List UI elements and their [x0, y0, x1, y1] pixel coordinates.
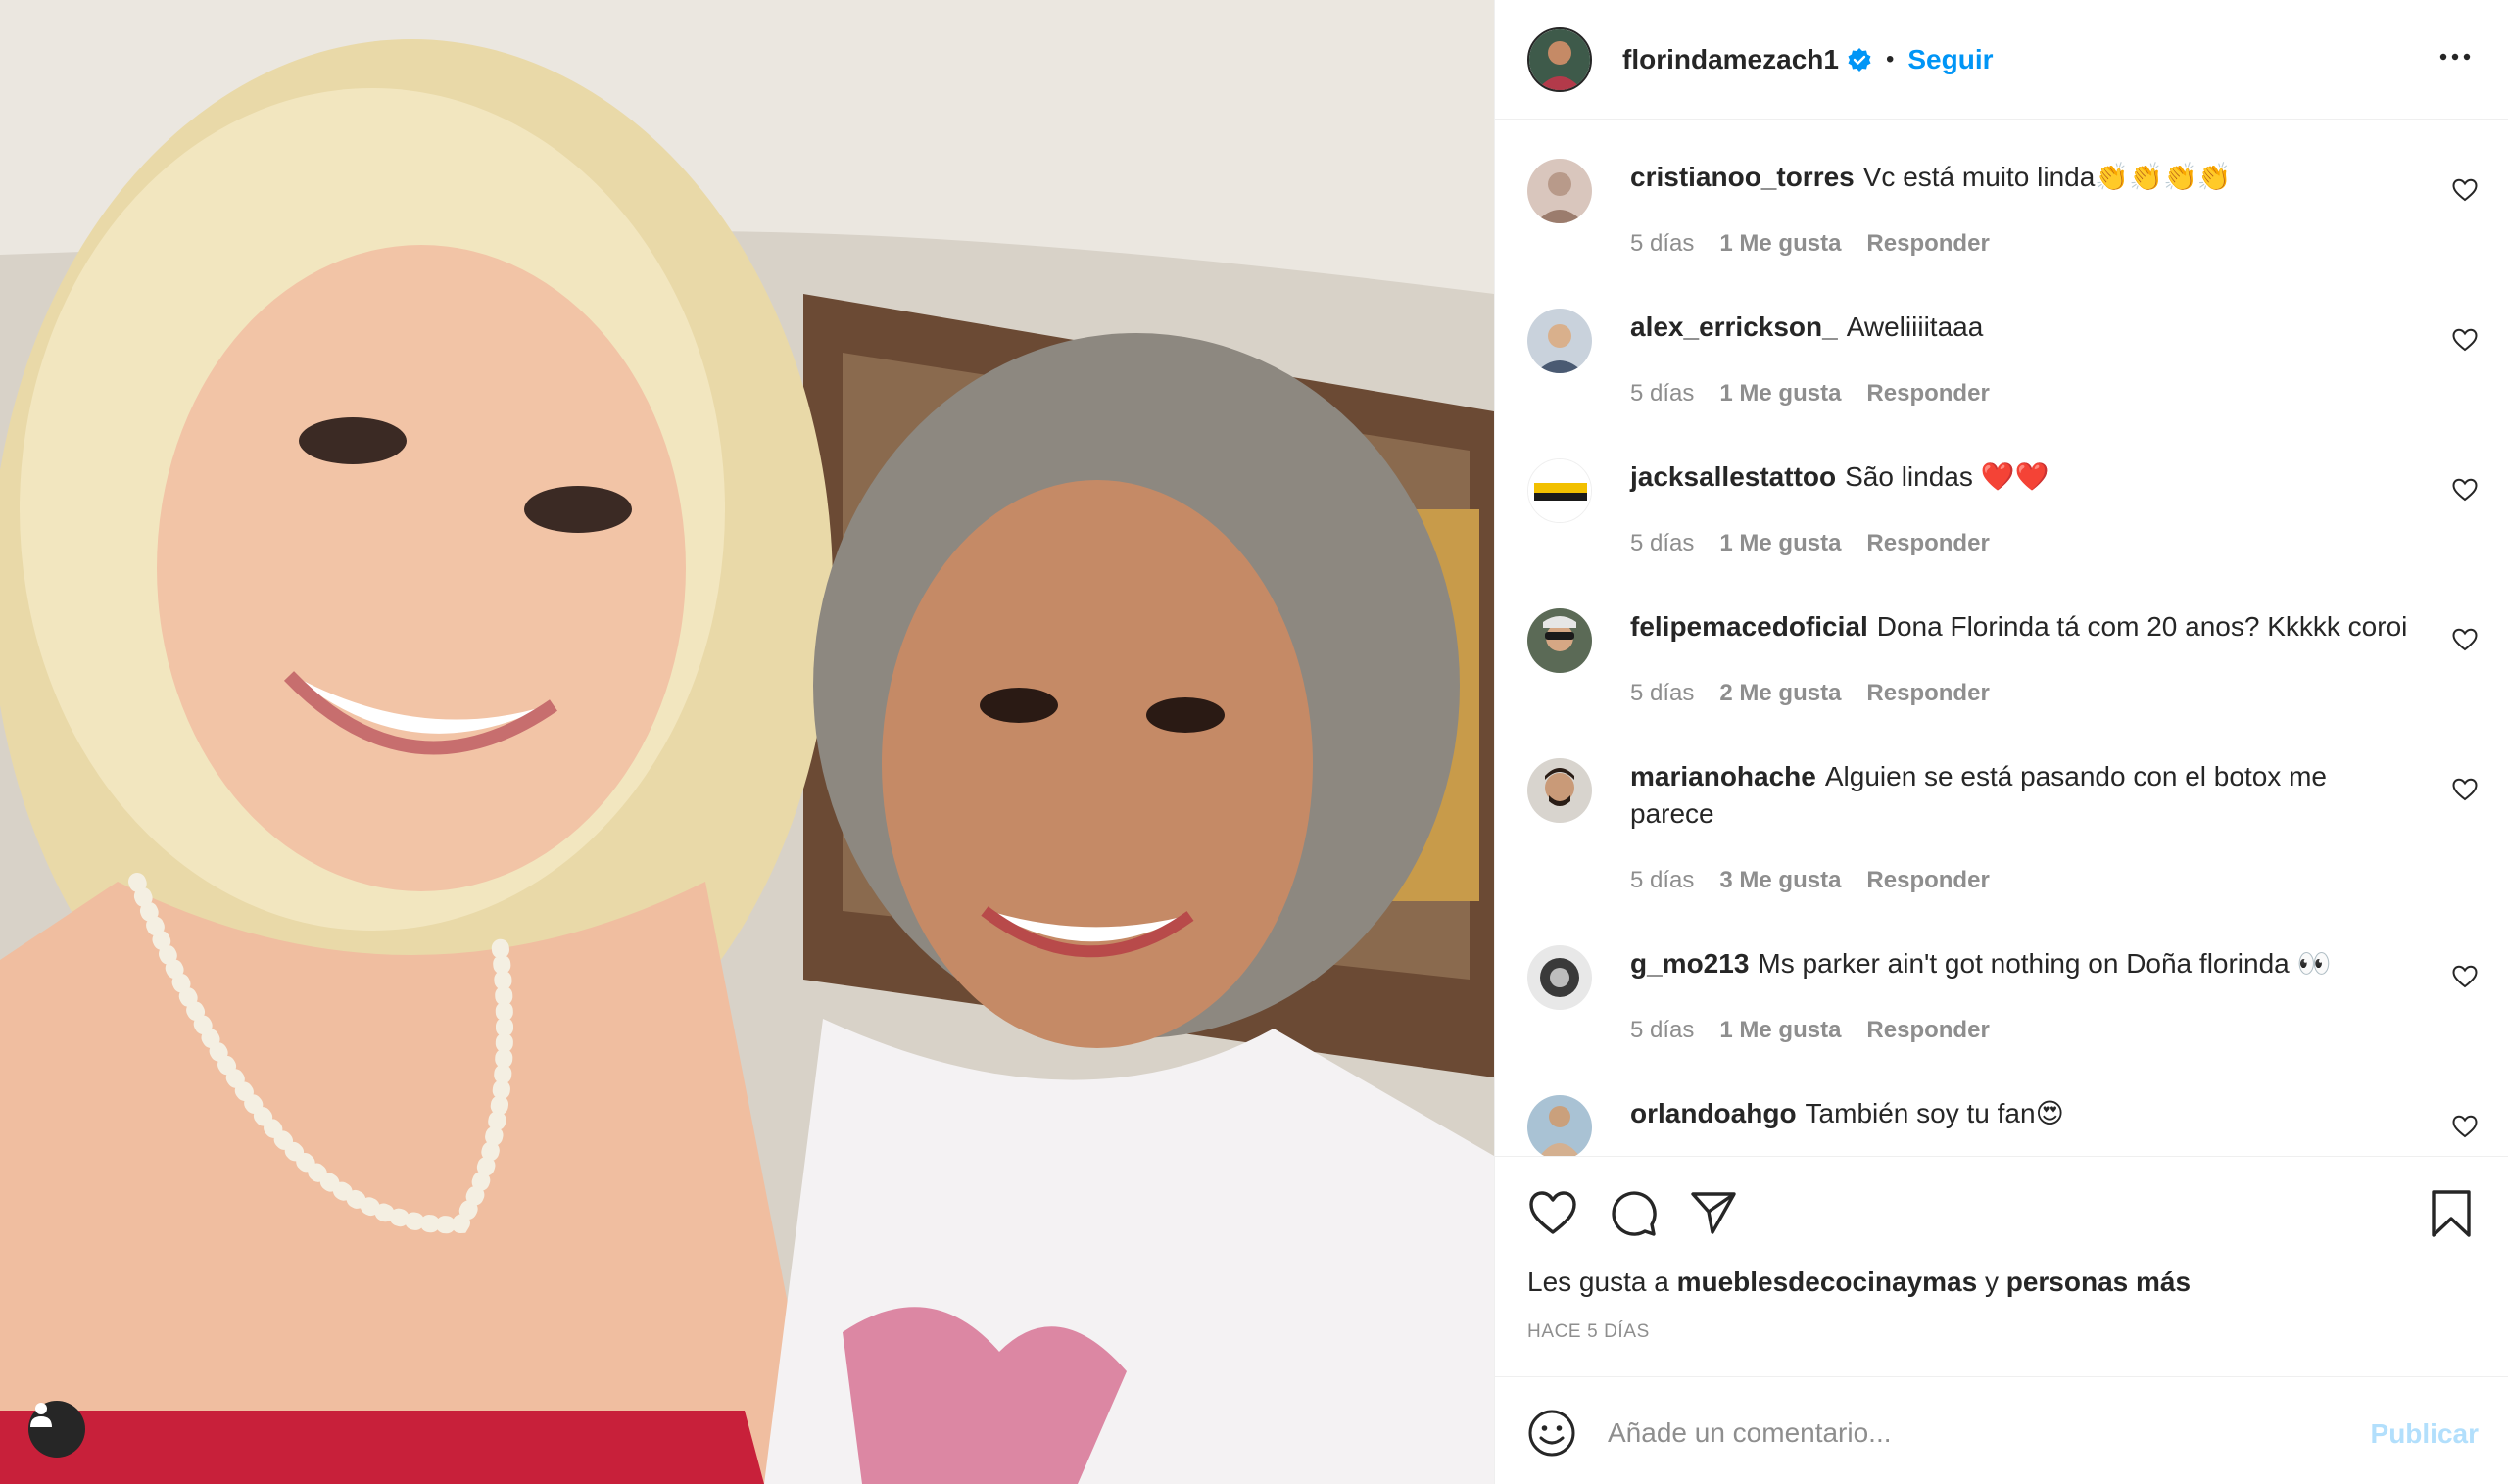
- comment-likes[interactable]: 3 Me gusta: [1719, 862, 1841, 899]
- heart-icon[interactable]: [1527, 1188, 1578, 1239]
- bookmark-icon[interactable]: [2426, 1188, 2477, 1239]
- comment-age[interactable]: 5 días: [1630, 862, 1694, 899]
- comment-like-heart-icon[interactable]: [2452, 965, 2478, 988]
- comment-body: g_mo213 Ms parker ain't got nothing on Do…: [1630, 945, 2414, 1049]
- comment-text: Aweliiiitaaa: [1846, 311, 1984, 342]
- comment-meta: 5 días 3 Me gusta Responder: [1630, 862, 2414, 899]
- comment-username[interactable]: felipemacedoficial: [1630, 611, 1868, 642]
- tagged-users-button[interactable]: [28, 1401, 85, 1458]
- comment-text: Ms parker ain't got nothing on Doña flor…: [1758, 948, 2332, 979]
- reply-button[interactable]: Responder: [1866, 675, 1989, 712]
- likes-others-link[interactable]: personas más: [2006, 1267, 2191, 1297]
- commenter-avatar[interactable]: [1527, 608, 1592, 673]
- comment-username[interactable]: marianohache: [1630, 761, 1816, 791]
- comments-list[interactable]: cristianoo_torres Vc está muito linda👏👏👏👏…: [1495, 120, 2508, 1156]
- comment-like-heart-icon[interactable]: [2452, 478, 2478, 502]
- comment-body: jacksallestattoo São lindas ❤️❤️ 5 días 1…: [1630, 458, 2414, 562]
- post-timestamp[interactable]: HACE 5 DÍAS: [1527, 1321, 1650, 1343]
- comment-meta: 5 días 2 Me gusta Responder: [1630, 675, 2414, 712]
- post-photo[interactable]: [0, 0, 1494, 1484]
- smiley-icon[interactable]: [1527, 1409, 1576, 1458]
- comment-bubble-icon[interactable]: [1608, 1188, 1659, 1239]
- commenter-avatar[interactable]: [1527, 758, 1592, 823]
- comment-likes[interactable]: 1 Me gusta: [1719, 375, 1841, 412]
- comment-body: orlandoahgo También soy tu fan😍: [1630, 1095, 2414, 1132]
- comment-meta: 5 días 1 Me gusta Responder: [1630, 375, 2414, 412]
- comment-age[interactable]: 5 días: [1630, 375, 1694, 412]
- commenter-avatar-image: [1527, 159, 1592, 223]
- commenter-avatar-image: [1527, 945, 1592, 1010]
- owner-username[interactable]: florindamezach1: [1622, 44, 1839, 75]
- comment-text: Vc está muito linda👏👏👏👏: [1862, 162, 2232, 192]
- likes-prefix: Les gusta a: [1527, 1267, 1669, 1297]
- reply-button[interactable]: Responder: [1866, 1012, 1989, 1049]
- commenter-avatar[interactable]: [1527, 159, 1592, 223]
- comment-text: Dona Florinda tá com 20 anos? Kkkkk coro…: [1876, 611, 2408, 642]
- reply-button[interactable]: Responder: [1866, 525, 1989, 562]
- post-sidebar: florindamezach1 • Seguir cristianoo_torr…: [1494, 0, 2508, 1484]
- commenter-avatar-image: [1528, 459, 1591, 522]
- selfie-illustration: [0, 0, 1494, 1484]
- commenter-avatar-image: [1527, 309, 1592, 373]
- comment-age[interactable]: 5 días: [1630, 225, 1694, 263]
- owner-avatar-image: [1529, 28, 1590, 90]
- post-header: florindamezach1 • Seguir: [1495, 0, 2508, 120]
- comment-like-heart-icon[interactable]: [2452, 778, 2478, 801]
- comment-like-heart-icon[interactable]: [2452, 178, 2478, 202]
- commenter-avatar[interactable]: [1527, 945, 1592, 1010]
- comment-likes[interactable]: 1 Me gusta: [1719, 525, 1841, 562]
- comment-username[interactable]: jacksallestattoo: [1630, 461, 1836, 492]
- add-comment-bar: Publicar: [1495, 1376, 2508, 1484]
- comment-likes[interactable]: 2 Me gusta: [1719, 675, 1841, 712]
- comment-body: cristianoo_torres Vc está muito linda👏👏👏👏…: [1630, 159, 2414, 263]
- comment-like-heart-icon[interactable]: [2452, 1115, 2478, 1138]
- comment-text: También soy tu fan😍: [1805, 1098, 2064, 1128]
- comment-body: felipemacedoficial Dona Florinda tá com 2…: [1630, 608, 2414, 712]
- comment-input[interactable]: [1608, 1407, 2293, 1460]
- comment-username[interactable]: cristianoo_torres: [1630, 162, 1855, 192]
- likes-conjunction: y: [1984, 1267, 1999, 1297]
- commenter-avatar[interactable]: [1527, 1095, 1592, 1156]
- comment-body: alex_errickson_ Aweliiiitaaa 5 días 1 Me …: [1630, 309, 2414, 412]
- comment-likes[interactable]: 1 Me gusta: [1719, 225, 1841, 263]
- reply-button[interactable]: Responder: [1866, 225, 1989, 263]
- user-icon: [30, 1403, 52, 1427]
- verified-badge-icon: [1848, 47, 1871, 72]
- post-actions: Les gusta a mueblesdecocinaymas y person…: [1495, 1156, 2508, 1376]
- comment-username[interactable]: g_mo213: [1630, 948, 1749, 979]
- reply-button[interactable]: Responder: [1866, 862, 1989, 899]
- header-separator: •: [1885, 45, 1895, 72]
- comment-text: São lindas ❤️❤️: [1845, 461, 2050, 492]
- reply-button[interactable]: Responder: [1866, 375, 1989, 412]
- comment-age[interactable]: 5 días: [1630, 675, 1694, 712]
- comment-meta: 5 días 1 Me gusta Responder: [1630, 225, 2414, 263]
- comment-likes[interactable]: 1 Me gusta: [1719, 1012, 1841, 1049]
- comment-username[interactable]: orlandoahgo: [1630, 1098, 1797, 1128]
- comment-meta: 5 días 1 Me gusta Responder: [1630, 525, 2414, 562]
- comment-like-heart-icon[interactable]: [2452, 328, 2478, 352]
- commenter-avatar-image: [1527, 608, 1592, 673]
- comment-age[interactable]: 5 días: [1630, 525, 1694, 562]
- comment-username[interactable]: alex_errickson_: [1630, 311, 1838, 342]
- ellipsis-icon[interactable]: [2438, 47, 2472, 67]
- likes-summary: Les gusta a mueblesdecocinaymas y person…: [1527, 1267, 2191, 1298]
- commenter-avatar[interactable]: [1527, 458, 1592, 523]
- likes-user-link[interactable]: mueblesdecocinaymas: [1677, 1267, 1978, 1297]
- commenter-avatar-image: [1527, 758, 1592, 823]
- owner-avatar[interactable]: [1527, 26, 1592, 92]
- paper-plane-icon[interactable]: [1688, 1188, 1739, 1239]
- comment-age[interactable]: 5 días: [1630, 1012, 1694, 1049]
- publish-button[interactable]: Publicar: [2371, 1418, 2479, 1450]
- follow-button[interactable]: Seguir: [1907, 44, 1993, 75]
- commenter-avatar-image: [1527, 1095, 1592, 1156]
- comment-body: marianohache Alguien se está pasando con …: [1630, 758, 2414, 899]
- commenter-avatar[interactable]: [1527, 309, 1592, 373]
- comment-meta: 5 días 1 Me gusta Responder: [1630, 1012, 2414, 1049]
- comment-like-heart-icon[interactable]: [2452, 628, 2478, 651]
